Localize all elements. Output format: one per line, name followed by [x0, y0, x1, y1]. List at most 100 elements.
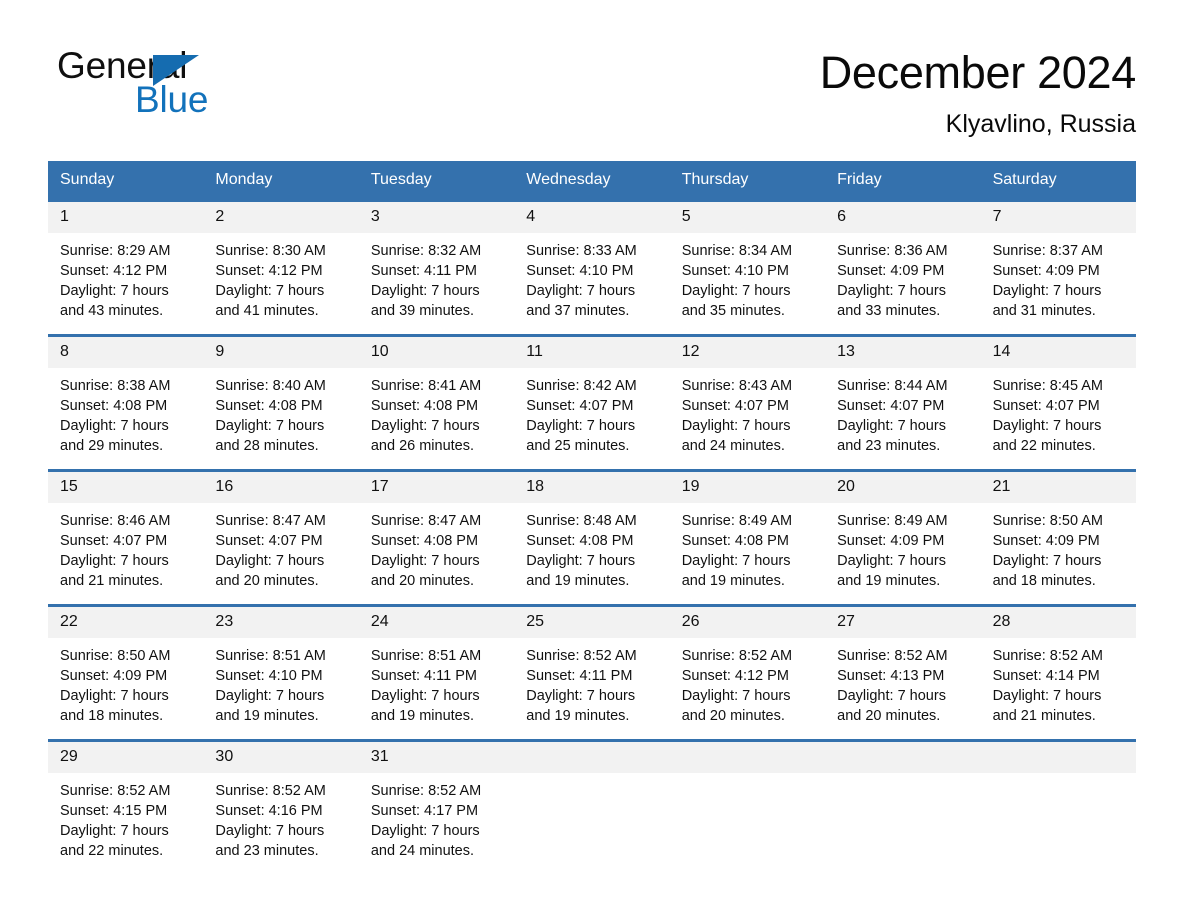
day-cell[interactable]: 1 Sunrise: 8:29 AM Sunset: 4:12 PM Dayli…	[48, 202, 204, 334]
daylight-text-line2: and 25 minutes.	[526, 438, 630, 454]
daylight-text-line1: Daylight: 7 hours	[60, 688, 169, 704]
day-number: 8	[48, 337, 204, 368]
day-cell[interactable]: 2 Sunrise: 8:30 AM Sunset: 4:12 PM Dayli…	[203, 202, 359, 334]
day-number: 13	[825, 337, 981, 368]
weekday-header-row: Sunday Monday Tuesday Wednesday Thursday…	[48, 161, 1136, 199]
day-number: 10	[358, 337, 515, 368]
day-details: Sunrise: 8:52 AM Sunset: 4:14 PM Dayligh…	[981, 638, 1136, 726]
daylight-text-line2: and 19 minutes.	[215, 708, 319, 724]
sunrise-text: Sunrise: 8:38 AM	[60, 378, 171, 394]
day-cell-empty	[514, 742, 670, 861]
day-cell[interactable]: 8 Sunrise: 8:38 AM Sunset: 4:08 PM Dayli…	[48, 337, 204, 469]
general-blue-logo[interactable]: General Blue	[57, 44, 307, 120]
day-cell[interactable]: 31 Sunrise: 8:52 AM Sunset: 4:17 PM Dayl…	[358, 742, 515, 861]
sunrise-text: Sunrise: 8:30 AM	[215, 243, 326, 259]
day-cell[interactable]: 29 Sunrise: 8:52 AM Sunset: 4:15 PM Dayl…	[48, 742, 204, 861]
sunset-text: Sunset: 4:08 PM	[215, 398, 323, 414]
day-number: 16	[203, 472, 359, 503]
day-cell[interactable]: 25 Sunrise: 8:52 AM Sunset: 4:11 PM Dayl…	[514, 607, 670, 739]
day-cell[interactable]: 24 Sunrise: 8:51 AM Sunset: 4:11 PM Dayl…	[358, 607, 515, 739]
day-cell[interactable]: 27 Sunrise: 8:52 AM Sunset: 4:13 PM Dayl…	[825, 607, 981, 739]
sunset-text: Sunset: 4:07 PM	[681, 398, 789, 414]
day-cell[interactable]: 19 Sunrise: 8:49 AM Sunset: 4:08 PM Dayl…	[669, 472, 826, 604]
day-cell[interactable]: 7 Sunrise: 8:37 AM Sunset: 4:09 PM Dayli…	[980, 202, 1136, 334]
day-cell[interactable]: 9 Sunrise: 8:40 AM Sunset: 4:08 PM Dayli…	[203, 337, 359, 469]
day-cell[interactable]: 18 Sunrise: 8:48 AM Sunset: 4:08 PM Dayl…	[514, 472, 670, 604]
day-details: Sunrise: 8:47 AM Sunset: 4:07 PM Dayligh…	[203, 503, 358, 591]
day-cell[interactable]: 15 Sunrise: 8:46 AM Sunset: 4:07 PM Dayl…	[48, 472, 204, 604]
daylight-text-line1: Daylight: 7 hours	[215, 823, 325, 839]
sunset-text: Sunset: 4:13 PM	[837, 668, 945, 684]
sunset-text: Sunset: 4:07 PM	[837, 398, 945, 414]
sunset-text: Sunset: 4:12 PM	[60, 263, 168, 279]
weekday-header-monday: Monday	[215, 171, 273, 188]
day-details: Sunrise: 8:33 AM Sunset: 4:10 PM Dayligh…	[514, 233, 669, 321]
sunrise-text: Sunrise: 8:48 AM	[526, 513, 637, 529]
daylight-text-line2: and 21 minutes.	[992, 708, 1096, 724]
day-cell[interactable]: 14 Sunrise: 8:45 AM Sunset: 4:07 PM Dayl…	[980, 337, 1136, 469]
day-cell[interactable]: 6 Sunrise: 8:36 AM Sunset: 4:09 PM Dayli…	[825, 202, 981, 334]
weekday-header-sunday: Sunday	[60, 171, 115, 188]
day-cell[interactable]: 4 Sunrise: 8:33 AM Sunset: 4:10 PM Dayli…	[514, 202, 670, 334]
day-cell[interactable]: 20 Sunrise: 8:49 AM Sunset: 4:09 PM Dayl…	[825, 472, 981, 604]
sunrise-text: Sunrise: 8:49 AM	[837, 513, 948, 529]
sunrise-text: Sunrise: 8:46 AM	[60, 513, 171, 529]
day-number: 30	[203, 742, 359, 773]
day-cell[interactable]: 13 Sunrise: 8:44 AM Sunset: 4:07 PM Dayl…	[825, 337, 981, 469]
day-details: Sunrise: 8:36 AM Sunset: 4:09 PM Dayligh…	[825, 233, 980, 321]
day-details: Sunrise: 8:52 AM Sunset: 4:17 PM Dayligh…	[359, 773, 514, 861]
day-cell[interactable]: 16 Sunrise: 8:47 AM Sunset: 4:07 PM Dayl…	[203, 472, 359, 604]
daylight-text-line2: and 28 minutes.	[215, 438, 319, 454]
sunset-text: Sunset: 4:14 PM	[992, 668, 1100, 684]
sunrise-text: Sunrise: 8:49 AM	[681, 513, 793, 529]
daylight-text-line1: Daylight: 7 hours	[60, 283, 169, 299]
day-cell[interactable]: 23 Sunrise: 8:51 AM Sunset: 4:10 PM Dayl…	[203, 607, 359, 739]
daylight-text-line1: Daylight: 7 hours	[370, 418, 480, 434]
day-number: 27	[825, 607, 981, 638]
daylight-text-line2: and 23 minutes.	[215, 843, 319, 859]
day-number: 20	[825, 472, 981, 503]
daylight-text-line1: Daylight: 7 hours	[370, 553, 480, 569]
calendar-week-row: 22 Sunrise: 8:50 AM Sunset: 4:09 PM Dayl…	[48, 604, 1136, 739]
daylight-text-line2: and 39 minutes.	[370, 303, 475, 319]
sunset-text: Sunset: 4:11 PM	[370, 668, 477, 684]
sunrise-text: Sunrise: 8:52 AM	[526, 648, 637, 664]
daylight-text-line1: Daylight: 7 hours	[526, 283, 636, 299]
day-details: Sunrise: 8:52 AM Sunset: 4:12 PM Dayligh…	[670, 638, 825, 726]
day-cell[interactable]: 30 Sunrise: 8:52 AM Sunset: 4:16 PM Dayl…	[203, 742, 359, 861]
day-number: 21	[980, 472, 1136, 503]
day-cell[interactable]: 3 Sunrise: 8:32 AM Sunset: 4:11 PM Dayli…	[358, 202, 515, 334]
day-cell[interactable]: 26 Sunrise: 8:52 AM Sunset: 4:12 PM Dayl…	[669, 607, 826, 739]
day-number: 15	[48, 472, 204, 503]
sunrise-text: Sunrise: 8:52 AM	[370, 783, 482, 799]
sunrise-text: Sunrise: 8:52 AM	[681, 648, 793, 664]
day-details: Sunrise: 8:37 AM Sunset: 4:09 PM Dayligh…	[981, 233, 1136, 321]
day-details: Sunrise: 8:47 AM Sunset: 4:08 PM Dayligh…	[359, 503, 514, 591]
day-cell[interactable]: 12 Sunrise: 8:43 AM Sunset: 4:07 PM Dayl…	[669, 337, 826, 469]
day-details: Sunrise: 8:38 AM Sunset: 4:08 PM Dayligh…	[48, 368, 203, 456]
daylight-text-line1: Daylight: 7 hours	[215, 553, 325, 569]
day-number: 22	[48, 607, 204, 638]
day-details: Sunrise: 8:32 AM Sunset: 4:11 PM Dayligh…	[359, 233, 514, 321]
day-details: Sunrise: 8:45 AM Sunset: 4:07 PM Dayligh…	[981, 368, 1136, 456]
day-cell[interactable]: 21 Sunrise: 8:50 AM Sunset: 4:09 PM Dayl…	[980, 472, 1136, 604]
day-cell[interactable]: 28 Sunrise: 8:52 AM Sunset: 4:14 PM Dayl…	[980, 607, 1136, 739]
daylight-text-line2: and 20 minutes.	[837, 708, 941, 724]
day-number: 28	[980, 607, 1136, 638]
daylight-text-line1: Daylight: 7 hours	[60, 553, 169, 569]
daylight-text-line1: Daylight: 7 hours	[60, 823, 169, 839]
day-cell[interactable]: 11 Sunrise: 8:42 AM Sunset: 4:07 PM Dayl…	[514, 337, 670, 469]
day-cell[interactable]: 10 Sunrise: 8:41 AM Sunset: 4:08 PM Dayl…	[358, 337, 515, 469]
day-details: Sunrise: 8:34 AM Sunset: 4:10 PM Dayligh…	[670, 233, 825, 321]
day-cell[interactable]: 22 Sunrise: 8:50 AM Sunset: 4:09 PM Dayl…	[48, 607, 204, 739]
title-block: December 2024 Klyavlino, Russia	[819, 44, 1137, 140]
day-cell[interactable]: 5 Sunrise: 8:34 AM Sunset: 4:10 PM Dayli…	[669, 202, 826, 334]
page-title: December 2024	[819, 47, 1137, 98]
day-cell[interactable]: 17 Sunrise: 8:47 AM Sunset: 4:08 PM Dayl…	[358, 472, 515, 604]
day-number: 23	[203, 607, 359, 638]
sunset-text: Sunset: 4:12 PM	[681, 668, 789, 684]
daylight-text-line2: and 22 minutes.	[992, 438, 1096, 454]
day-details: Sunrise: 8:48 AM Sunset: 4:08 PM Dayligh…	[514, 503, 669, 591]
daylight-text-line2: and 19 minutes.	[370, 708, 475, 724]
daylight-text-line1: Daylight: 7 hours	[370, 688, 480, 704]
